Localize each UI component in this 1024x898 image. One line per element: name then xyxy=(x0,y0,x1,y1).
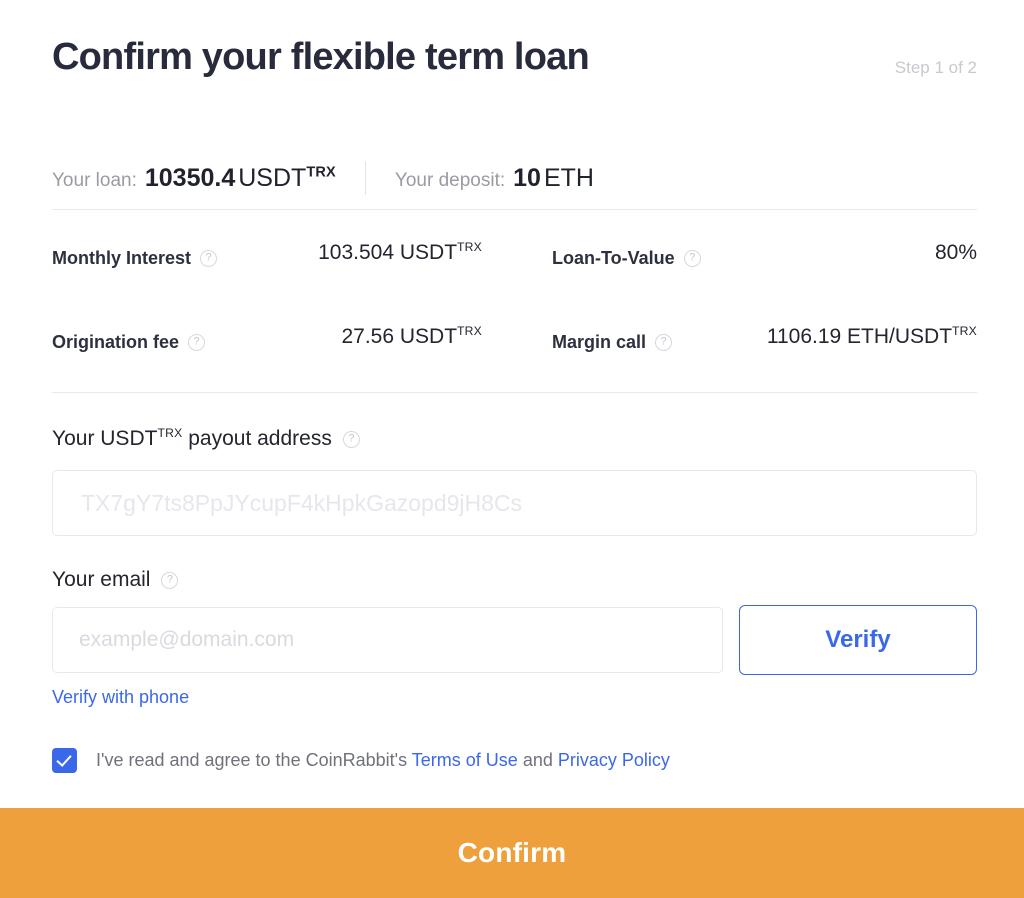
question-mark-circle-icon[interactable] xyxy=(200,249,218,267)
stat-origination-fee-value: 27.56 USDTTRX xyxy=(341,324,482,350)
stats-row-1: Monthly Interest 103.504 USDTTRX Loan-To… xyxy=(52,240,977,324)
stats-row-2: Origination fee 27.56 USDTTRX Margin cal… xyxy=(52,324,977,408)
loan-amount-label: Your loan: xyxy=(52,169,137,191)
payout-address-label: Your USDTTRX payout address xyxy=(52,427,360,451)
stat-monthly-interest-value: 103.504 USDTTRX xyxy=(318,240,482,266)
loan-amount-network: TRX xyxy=(306,164,336,181)
stat-origination-fee: Origination fee 27.56 USDTTRX xyxy=(52,324,482,360)
verify-button[interactable]: Verify xyxy=(739,605,977,675)
privacy-policy-link[interactable]: Privacy Policy xyxy=(558,750,670,770)
summary-divider xyxy=(364,161,366,195)
stat-monthly-interest-value-text: 103.504 USDT xyxy=(318,241,458,264)
loan-summary-loan: Your loan: 10350.4 USDTTRX xyxy=(52,164,336,193)
stat-origination-fee-label: Origination fee xyxy=(52,331,180,352)
deposit-amount-number: 10 xyxy=(513,163,541,192)
stat-loan-to-value-value: 80% xyxy=(935,240,977,266)
email-label-text: Your email xyxy=(52,568,151,591)
question-mark-circle-icon[interactable] xyxy=(342,430,360,448)
email-input[interactable] xyxy=(52,607,723,673)
stat-margin-call-value-text: 1106.19 ETH/USDT xyxy=(766,325,953,348)
loan-summary-deposit: Your deposit: 10 ETH xyxy=(395,164,594,193)
stat-loan-to-value: Loan-To-Value 80% xyxy=(552,240,977,276)
stat-margin-call-network: TRX xyxy=(952,324,977,338)
loan-amount-currency: USDT xyxy=(238,163,307,192)
loan-stats-grid: Monthly Interest 103.504 USDTTRX Loan-To… xyxy=(52,240,977,408)
deposit-amount-value: 10 ETH xyxy=(513,164,594,193)
page-title: Confirm your flexible term loan xyxy=(52,36,590,78)
stat-margin-call-value: 1106.19 ETH/USDTTRX xyxy=(767,324,977,350)
stat-loan-to-value-label: Loan-To-Value xyxy=(552,247,675,268)
stat-monthly-interest-network: TRX xyxy=(457,240,482,254)
loan-amount-number: 10350.4 xyxy=(144,163,236,192)
loan-summary: Your loan: 10350.4 USDTTRX Your deposit: … xyxy=(52,160,977,196)
terms-text-between: and xyxy=(522,750,553,770)
header: Confirm your flexible term loan Step 1 o… xyxy=(52,36,977,96)
deposit-amount-label: Your deposit: xyxy=(394,169,506,191)
divider-top xyxy=(52,209,977,210)
question-mark-circle-icon[interactable] xyxy=(655,333,673,351)
question-mark-circle-icon[interactable] xyxy=(683,249,701,267)
step-indicator: Step 1 of 2 xyxy=(894,58,977,77)
payout-address-input[interactable] xyxy=(52,470,977,536)
payout-address-label-network: TRX xyxy=(157,426,183,440)
stat-monthly-interest-label: Monthly Interest xyxy=(52,247,192,268)
stat-loan-to-value-value-text: 80% xyxy=(934,241,977,264)
question-mark-circle-icon[interactable] xyxy=(161,571,179,589)
payout-address-label-text: Your USDTTRX payout address xyxy=(52,427,332,451)
payout-address-label-prefix: Your USDT xyxy=(52,427,158,450)
stat-margin-call-label: Margin call xyxy=(552,331,647,352)
loan-confirmation-page: Confirm your flexible term loan Step 1 o… xyxy=(0,0,1024,898)
terms-checkbox[interactable] xyxy=(52,748,77,773)
confirm-button-label: Confirm xyxy=(457,837,567,868)
stat-origination-fee-network: TRX xyxy=(457,324,482,338)
stat-margin-call: Margin call 1106.19 ETH/USDTTRX xyxy=(552,324,977,360)
divider-bottom xyxy=(52,392,977,393)
question-mark-circle-icon[interactable] xyxy=(188,333,206,351)
deposit-amount-currency: ETH xyxy=(543,163,594,192)
terms-of-use-link[interactable]: Terms of Use xyxy=(412,750,518,770)
terms-text-before: I've read and agree to the CoinRabbit's xyxy=(96,750,408,770)
terms-agreement-text: I've read and agree to the CoinRabbit's … xyxy=(96,750,670,771)
payout-address-label-suffix: payout address xyxy=(182,427,332,450)
loan-confirmation-card: Confirm your flexible term loan Step 1 o… xyxy=(0,0,1024,808)
stat-origination-fee-value-text: 27.56 USDT xyxy=(341,325,458,348)
loan-amount-value: 10350.4 USDTTRX xyxy=(145,164,336,193)
terms-agreement-row: I've read and agree to the CoinRabbit's … xyxy=(52,748,670,773)
stat-monthly-interest: Monthly Interest 103.504 USDTTRX xyxy=(52,240,482,276)
confirm-button[interactable]: Confirm xyxy=(0,808,1024,898)
email-label: Your email xyxy=(52,568,179,592)
verify-with-phone-link[interactable]: Verify with phone xyxy=(52,687,189,708)
